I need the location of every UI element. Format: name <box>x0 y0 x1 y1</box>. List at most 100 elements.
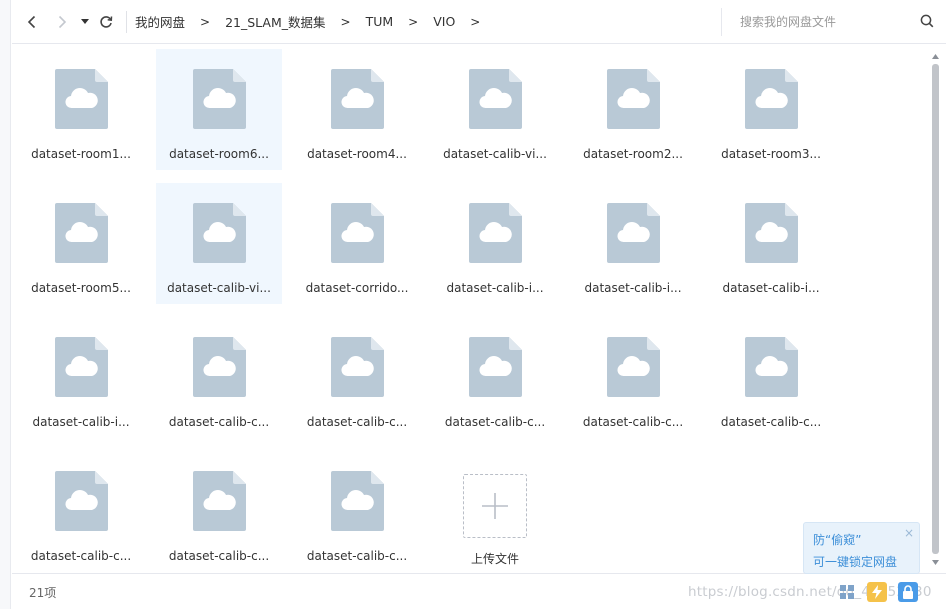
cloud-file-icon <box>330 337 384 397</box>
search-icon[interactable] <box>920 14 934 28</box>
forward-button[interactable] <box>50 10 74 34</box>
file-name: dataset-calib-i... <box>722 281 820 295</box>
file-tile[interactable]: dataset-room2... <box>570 49 696 170</box>
upload-label: 上传文件 <box>470 552 519 566</box>
history-dropdown-button[interactable] <box>78 10 92 34</box>
file-tile[interactable]: dataset-calib-vi... <box>432 49 558 170</box>
cloud-file-icon <box>330 203 384 263</box>
breadcrumb-item-vio[interactable]: VIO <box>431 14 457 29</box>
file-name: dataset-calib-c... <box>582 415 684 429</box>
cloud-file-icon <box>468 337 522 397</box>
caret-down-icon <box>81 18 89 24</box>
file-name: dataset-room6... <box>169 147 269 161</box>
refresh-icon <box>100 15 113 28</box>
file-name: dataset-room2... <box>583 147 683 161</box>
scroll-down-arrow[interactable] <box>931 558 940 566</box>
file-tile[interactable]: dataset-room4... <box>294 49 420 170</box>
grid-view-icon[interactable] <box>837 582 857 602</box>
file-tile[interactable]: dataset-calib-c... <box>432 317 558 438</box>
vertical-scrollbar[interactable] <box>930 50 941 570</box>
upload-tile[interactable]: 上传文件 <box>432 451 558 572</box>
file-tile[interactable]: dataset-calib-i... <box>432 183 558 304</box>
left-edge-strip <box>0 0 11 609</box>
file-name: dataset-calib-c... <box>168 549 270 563</box>
file-name: dataset-calib-i... <box>446 281 544 295</box>
watermark-text: https://blog.csdn.net/qq_42952030 <box>688 584 932 600</box>
item-count: 21项 <box>29 586 57 600</box>
cloud-file-icon <box>54 471 108 531</box>
lock-icon[interactable] <box>898 582 918 602</box>
back-button[interactable] <box>20 10 44 34</box>
cloud-file-icon <box>744 203 798 263</box>
cloud-file-icon <box>192 471 246 531</box>
file-tile[interactable]: dataset-calib-c... <box>294 451 420 572</box>
search-input[interactable] <box>740 15 910 29</box>
file-tile[interactable]: dataset-room5... <box>18 183 144 304</box>
file-name: dataset-calib-i... <box>32 415 130 429</box>
cloud-file-icon <box>606 69 660 129</box>
lightning-icon[interactable] <box>867 582 887 602</box>
breadcrumb-item-root[interactable]: 我的网盘 <box>133 12 187 31</box>
file-name: dataset-calib-c... <box>306 549 408 563</box>
file-name: dataset-calib-c... <box>720 415 822 429</box>
file-name: dataset-calib-i... <box>584 281 682 295</box>
breadcrumb-item-slam[interactable]: 21_SLAM_数据集 <box>223 12 327 31</box>
file-name: dataset-room1... <box>31 147 131 161</box>
file-tile[interactable]: dataset-room3... <box>708 49 834 170</box>
cloud-file-icon <box>330 69 384 129</box>
file-tile[interactable]: dataset-calib-i... <box>570 183 696 304</box>
cloud-file-icon <box>54 203 108 263</box>
plus-icon <box>482 493 508 519</box>
cloud-file-icon <box>54 337 108 397</box>
breadcrumb-separator: > <box>470 14 481 29</box>
file-name: dataset-room5... <box>31 281 131 295</box>
cloud-file-icon <box>192 337 246 397</box>
refresh-button[interactable] <box>94 10 118 34</box>
file-tile[interactable]: dataset-room1... <box>18 49 144 170</box>
file-tile[interactable]: dataset-calib-c... <box>708 317 834 438</box>
file-name: dataset-calib-vi... <box>167 281 271 295</box>
scroll-up-arrow[interactable] <box>931 52 940 60</box>
lock-drive-link[interactable]: 可一键锁定网盘 <box>813 553 897 570</box>
cloud-file-icon <box>744 69 798 129</box>
privacy-popup: 防“偷窥” × 可一键锁定网盘 <box>803 522 920 574</box>
cloud-file-icon <box>606 203 660 263</box>
file-name: dataset-corrido... <box>305 281 409 295</box>
file-name: dataset-calib-c... <box>444 415 546 429</box>
breadcrumb-item-tum[interactable]: TUM <box>364 14 396 29</box>
file-tile[interactable]: dataset-corrido... <box>294 183 420 304</box>
chevron-left-icon <box>27 15 36 28</box>
cloud-file-icon <box>54 69 108 129</box>
cloud-file-icon <box>468 203 522 263</box>
scroll-thumb[interactable] <box>932 64 939 554</box>
file-name: dataset-calib-c... <box>168 415 270 429</box>
file-name: dataset-calib-c... <box>30 549 132 563</box>
file-tile[interactable]: dataset-calib-c... <box>570 317 696 438</box>
close-icon[interactable]: × <box>904 526 914 540</box>
file-tile[interactable]: dataset-calib-vi... <box>156 183 282 304</box>
breadcrumb-separator: > <box>340 14 351 29</box>
cloud-file-icon <box>744 337 798 397</box>
cloud-file-icon <box>606 337 660 397</box>
cloud-file-icon <box>330 471 384 531</box>
search-box <box>721 8 946 36</box>
file-name: dataset-calib-vi... <box>443 147 547 161</box>
upload-button[interactable] <box>463 474 527 538</box>
file-tile[interactable]: dataset-calib-i... <box>18 317 144 438</box>
toolbar: 我的网盘 > 21_SLAM_数据集 > TUM > VIO > <box>12 0 946 44</box>
file-tile[interactable]: dataset-calib-c... <box>156 317 282 438</box>
file-tile[interactable]: dataset-calib-c... <box>156 451 282 572</box>
file-name: dataset-room4... <box>307 147 407 161</box>
chevron-right-icon <box>58 15 67 28</box>
breadcrumb-separator: > <box>200 14 211 29</box>
cloud-file-icon <box>192 69 246 129</box>
status-bar: 21项 https://blog.csdn.net/qq_42952030 <box>12 573 946 609</box>
cloud-file-icon <box>192 203 246 263</box>
file-name: dataset-calib-c... <box>306 415 408 429</box>
breadcrumb-separator: > <box>408 14 419 29</box>
file-tile[interactable]: dataset-calib-c... <box>18 451 144 572</box>
file-tile[interactable]: dataset-room6... <box>156 49 282 170</box>
file-tile[interactable]: dataset-calib-c... <box>294 317 420 438</box>
file-tile[interactable]: dataset-calib-i... <box>708 183 834 304</box>
breadcrumb: 我的网盘 > 21_SLAM_数据集 > TUM > VIO > <box>133 12 493 31</box>
